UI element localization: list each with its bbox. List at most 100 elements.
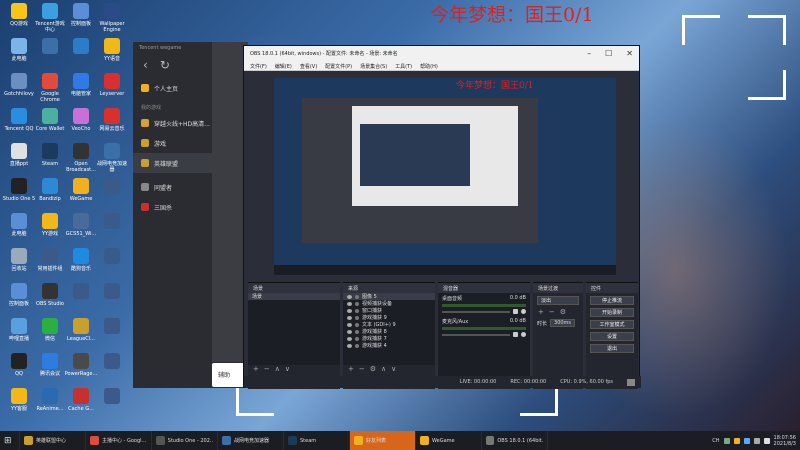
desktop-icon[interactable]: QQ游戏 <box>2 3 36 27</box>
lock-icon[interactable] <box>355 308 359 313</box>
menu-item[interactable]: 工具(T) <box>395 63 412 70</box>
desktop-icon[interactable]: 哔哩直播 <box>2 318 36 342</box>
gear-icon[interactable]: ⚙ <box>560 308 566 316</box>
desktop-icon[interactable]: Wallpaper Engine <box>95 3 129 33</box>
desktop-icon[interactable]: Gotchhilovy <box>2 73 36 97</box>
volume-slider[interactable] <box>442 310 510 313</box>
remove-icon[interactable]: − <box>359 365 365 373</box>
eye-icon[interactable] <box>347 329 352 334</box>
desktop-icon[interactable]: LeagueCl... <box>64 318 98 342</box>
eye-icon[interactable] <box>347 294 352 299</box>
gear-icon[interactable] <box>521 332 526 337</box>
eye-icon[interactable] <box>347 343 352 348</box>
scene-item[interactable]: 场景 <box>248 293 340 300</box>
taskbar-item[interactable]: 好友列表 <box>350 431 416 450</box>
eye-icon[interactable] <box>347 315 352 320</box>
volume-icon[interactable] <box>763 437 770 444</box>
desktop-icon[interactable]: 电脑管家 <box>64 73 98 97</box>
desktop-icon[interactable]: YY客服 <box>2 388 36 412</box>
desktop-icon[interactable]: 战网电竞加速器 <box>95 143 129 173</box>
desktop-icon[interactable]: OBS Studio <box>33 283 67 307</box>
duration-input[interactable]: 300ms <box>550 319 576 327</box>
desktop-icon[interactable]: GCS51_Wi... <box>64 213 98 237</box>
source-item[interactable]: 视频捕获设备 <box>343 300 435 307</box>
desktop-icon[interactable]: Studio One 5 <box>2 178 36 202</box>
desktop-icon[interactable]: 常用插件组 <box>33 248 67 272</box>
lock-icon[interactable] <box>355 329 359 334</box>
eye-icon[interactable] <box>347 336 352 341</box>
minimize-icon[interactable]: – <box>587 49 591 58</box>
desktop-icon[interactable]: Leyserver <box>95 73 129 97</box>
gear-icon[interactable]: ⚙ <box>370 365 376 373</box>
desktop-icon[interactable]: Tencent游戏中心 <box>33 3 67 33</box>
lock-icon[interactable] <box>355 322 359 327</box>
lock-icon[interactable] <box>355 315 359 320</box>
lock-icon[interactable] <box>355 294 359 299</box>
menu-item[interactable]: 文件(F) <box>250 63 267 70</box>
control-button[interactable]: 停止推流 <box>590 296 634 305</box>
desktop-icon[interactable]: Bandizip <box>33 178 67 202</box>
desktop-icon[interactable]: 回收站 <box>2 248 36 272</box>
speaker-icon[interactable] <box>513 309 518 314</box>
desktop-icon[interactable]: Cache G... <box>64 388 98 412</box>
desktop-icon[interactable]: Steam <box>33 143 67 167</box>
source-item[interactable]: 文本 (GDI+) 9 <box>343 321 435 328</box>
desktop-icon[interactable] <box>33 38 67 56</box>
source-item[interactable]: 游戏捕获 4 <box>343 342 435 349</box>
remove-icon[interactable]: − <box>549 308 555 316</box>
tray-icon[interactable] <box>723 437 730 444</box>
desktop-icon[interactable]: WeGame <box>64 178 98 202</box>
control-button[interactable]: 设置 <box>590 332 634 341</box>
eye-icon[interactable] <box>347 301 352 306</box>
menu-item[interactable]: 帮助(H) <box>420 63 438 70</box>
desktop-icon[interactable]: YY语音 <box>95 38 129 62</box>
add-icon[interactable]: + <box>538 308 544 316</box>
obs-preview[interactable]: 今年梦想：国王0/1 <box>274 78 616 275</box>
source-item[interactable]: 游戏捕获 7 <box>343 335 435 342</box>
taskbar-item[interactable]: 战网电竞加速器 <box>218 431 284 450</box>
desktop-icon[interactable] <box>64 283 98 301</box>
taskbar-item[interactable]: 主播中心 - Googl... <box>86 431 152 450</box>
start-button[interactable]: ⊞ <box>0 431 20 450</box>
desktop-icon[interactable]: VeoCho <box>64 108 98 132</box>
desktop-icon[interactable] <box>64 38 98 56</box>
clock[interactable]: 18:07:56 2021/8/3 <box>774 435 796 447</box>
desktop-icon[interactable] <box>95 353 129 371</box>
menu-item[interactable]: 配置文件(P) <box>325 63 352 70</box>
control-button[interactable]: 开始录制 <box>590 308 634 317</box>
taskbar-item[interactable]: WeGame <box>416 431 482 450</box>
menu-item[interactable]: 场景集合(S) <box>360 63 387 70</box>
desktop-icon[interactable] <box>95 178 129 196</box>
desktop-icon[interactable]: 微信 <box>33 318 67 342</box>
chevron-left-icon[interactable]: ‹ <box>143 58 148 74</box>
desktop-icon[interactable]: 网易云音乐 <box>95 108 129 132</box>
menu-item[interactable]: 编辑(E) <box>275 63 292 70</box>
source-item[interactable]: 游戏捕获 9 <box>343 314 435 321</box>
sources-list[interactable]: 图像 5 视频捕获设备 窗口捕获 游戏捕获 9 文本 (GDI+) 9 游戏捕获 8 游戏捕… <box>343 293 435 365</box>
desktop-icon[interactable]: YY游戏 <box>33 213 67 237</box>
control-button[interactable]: 退出 <box>590 344 634 353</box>
desktop-icon[interactable] <box>95 213 129 231</box>
desktop-icon[interactable]: ReAnime... <box>33 388 67 412</box>
taskbar-item[interactable]: Steam <box>284 431 350 450</box>
lock-icon[interactable] <box>355 336 359 341</box>
volume-slider[interactable] <box>442 333 510 336</box>
add-icon[interactable]: + <box>253 365 259 373</box>
tray-icon[interactable] <box>743 437 750 444</box>
desktop-icon[interactable]: Tencent QQ <box>2 108 36 132</box>
eye-icon[interactable] <box>347 322 352 327</box>
move-up-icon[interactable]: ∧ <box>275 365 280 373</box>
desktop-icon[interactable] <box>95 248 129 266</box>
move-down-icon[interactable]: ∨ <box>391 365 396 373</box>
scenes-list[interactable]: 场景 <box>248 293 340 365</box>
input-method[interactable]: CH <box>712 438 719 444</box>
obs-window[interactable]: OBS 18.0.1 (64bit, windows) - 配置文件: 未命名 … <box>243 45 641 389</box>
lock-icon[interactable] <box>355 343 359 348</box>
source-item[interactable]: 窗口捕获 <box>343 307 435 314</box>
taskbar-item[interactable]: Studio One - 202... <box>152 431 218 450</box>
desktop-icon[interactable]: 直播ppt <box>2 143 36 167</box>
desktop-icon[interactable]: Google Chrome <box>33 73 67 103</box>
source-item[interactable]: 游戏捕获 8 <box>343 328 435 335</box>
taskbar-item[interactable]: OBS 18.0.1 (64bit... <box>482 431 548 450</box>
maximize-icon[interactable]: ☐ <box>605 49 612 58</box>
